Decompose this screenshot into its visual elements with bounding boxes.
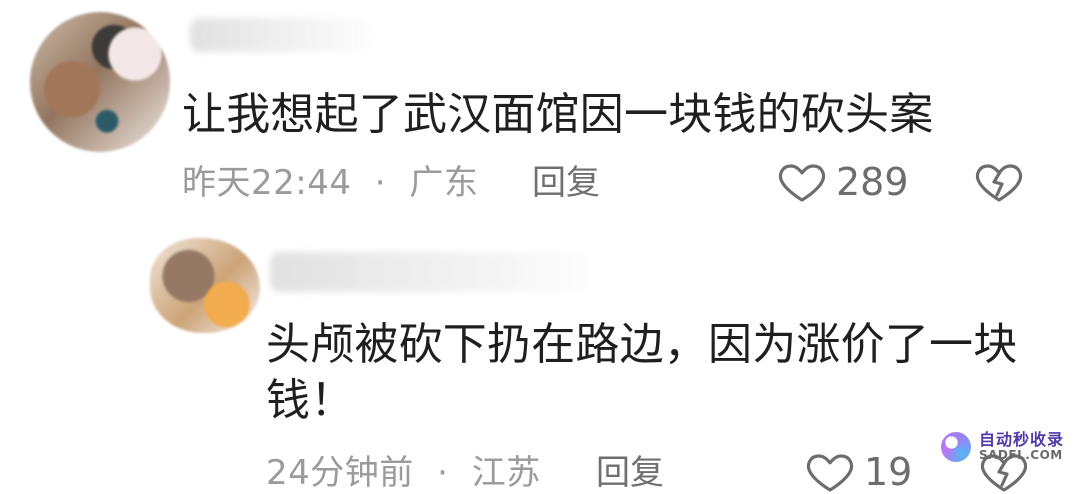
like-button[interactable]: 289	[778, 160, 909, 204]
heart-outline-icon	[778, 160, 826, 204]
reply-meta: 24分钟前 · 江苏	[266, 456, 541, 490]
like-button-2[interactable]: 19	[806, 450, 912, 494]
comment-location: 广东	[409, 163, 479, 203]
watermark-text: 自动秒收录 SADFL.COM	[978, 430, 1064, 463]
commenter-name[interactable]	[190, 18, 370, 52]
reply-time: 24分钟前	[266, 453, 414, 493]
reply-button-2[interactable]: 回复	[596, 456, 664, 490]
reply-location: 江苏	[471, 453, 541, 493]
heart-outline-icon	[806, 450, 854, 494]
dislike-button[interactable]	[975, 160, 1023, 204]
reply-button[interactable]: 回复	[532, 166, 600, 200]
like-count: 289	[836, 160, 909, 204]
comment-meta: 昨天22:44 · 广东	[182, 166, 478, 200]
reply-text-line1: 头颅被砍下扔在路边，因为涨价了一块	[266, 319, 1018, 370]
meta-separator: ·	[374, 163, 387, 203]
reply-commenter-avatar[interactable]	[150, 238, 260, 333]
like-count-2: 19	[864, 450, 913, 494]
watermark: 自动秒收录 SADFL.COM	[940, 430, 1064, 463]
broken-heart-icon	[975, 160, 1023, 204]
watermark-logo-icon	[940, 432, 971, 462]
reply-text-line2: 钱！	[266, 375, 355, 426]
comment-text: 让我想起了武汉面馆因一块钱的砍头案	[182, 89, 934, 140]
reply-commenter-name[interactable]	[270, 252, 590, 292]
commenter-avatar[interactable]	[30, 12, 170, 152]
watermark-title: 自动秒收录	[978, 430, 1064, 450]
watermark-subtitle: SADFL.COM	[978, 448, 1063, 463]
comment-time: 昨天22:44	[182, 163, 352, 203]
meta-separator: ·	[437, 453, 449, 493]
